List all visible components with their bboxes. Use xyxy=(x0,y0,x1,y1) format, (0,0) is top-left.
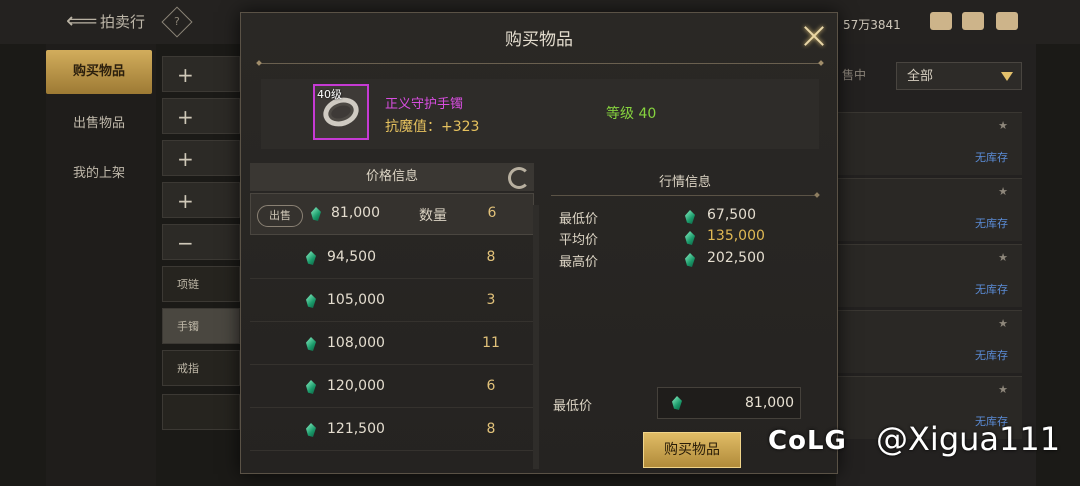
quantity-value: 8 xyxy=(486,421,496,437)
price-info-header: 价格信息 xyxy=(250,163,534,191)
category-collapse[interactable]: − xyxy=(162,224,240,260)
buy-item-dialog: 购买物品 40级 正义守护手镯 抗魔值：+323 等级 40 价格信息 出售 8… xyxy=(240,12,838,474)
title-divider xyxy=(259,63,821,64)
category-expand[interactable]: + xyxy=(162,182,240,218)
item-stat: 抗魔值：+323 xyxy=(385,119,480,135)
sidebar-item-buy[interactable]: 购买物品 xyxy=(46,50,152,94)
dropdown-arrow-icon xyxy=(1001,72,1013,81)
buy-min-price-value: 81,000 xyxy=(745,395,794,411)
quantity-value: 6 xyxy=(487,205,497,221)
market-info-title: 行情信息 xyxy=(658,175,711,190)
price-row[interactable]: 120,000 6 xyxy=(250,365,534,408)
listing-row[interactable]: ★ 无库存 xyxy=(836,112,1022,175)
market-avg-value: 135,000 xyxy=(707,228,765,244)
category-necklace[interactable]: 项链 xyxy=(162,266,240,302)
mail-icon[interactable] xyxy=(962,12,984,30)
dialog-title: 购买物品 xyxy=(505,30,573,50)
price-value: 121,500 xyxy=(327,421,385,437)
gem-currency-icon xyxy=(306,337,316,351)
close-icon[interactable] xyxy=(799,21,829,51)
category-expand[interactable]: + xyxy=(162,98,240,134)
chat-icon[interactable] xyxy=(996,12,1018,30)
star-icon[interactable]: ★ xyxy=(998,251,1008,264)
price-value: 81,000 xyxy=(331,205,380,221)
buy-item-button[interactable]: 购买物品 xyxy=(643,432,741,468)
quantity-label: 数量 xyxy=(419,208,447,224)
bracelet-item-icon[interactable]: 40级 xyxy=(313,84,369,140)
no-stock-label: 无库存 xyxy=(975,217,1008,230)
market-avg-label: 平均价 xyxy=(559,233,599,248)
filter-select[interactable]: 全部 xyxy=(896,62,1022,90)
sell-tag[interactable]: 出售 xyxy=(257,205,303,227)
filter-label: 售中 xyxy=(842,68,867,82)
quantity-value: 6 xyxy=(486,378,496,394)
listing-row[interactable]: ★ 无库存 xyxy=(836,244,1022,307)
no-stock-label: 无库存 xyxy=(975,349,1008,362)
price-list: 出售 81,000 数量 6 94,500 8 105,000 3 108,00… xyxy=(250,193,540,467)
price-list-scrollbar[interactable] xyxy=(533,205,539,469)
star-icon[interactable]: ★ xyxy=(998,185,1008,198)
sidebar-item-my-listings[interactable]: 我的上架 xyxy=(46,152,152,196)
no-stock-label: 无库存 xyxy=(975,283,1008,296)
watermark-user: @Xigua111 xyxy=(876,420,1061,458)
category-expand[interactable]: + xyxy=(162,140,240,176)
market-divider xyxy=(551,195,817,196)
price-row[interactable]: 105,000 3 xyxy=(250,279,534,322)
page-title: 拍卖行 xyxy=(100,13,146,31)
gem-currency-icon xyxy=(306,380,316,394)
item-grade: 等级 40 xyxy=(606,106,657,122)
price-value: 120,000 xyxy=(327,378,385,394)
currency-amount: 57万3841 xyxy=(843,18,901,32)
item-info-panel: 40级 正义守护手镯 抗魔值：+323 等级 40 xyxy=(261,79,819,149)
gem-currency-icon xyxy=(685,253,695,267)
price-value: 108,000 xyxy=(327,335,385,351)
item-name: 正义守护手镯 xyxy=(385,97,464,112)
listing-row[interactable]: ★ 无库存 xyxy=(836,178,1022,241)
item-level-tag: 40级 xyxy=(317,88,342,101)
quantity-value: 8 xyxy=(486,249,496,265)
gem-currency-icon xyxy=(306,423,316,437)
back-arrow-icon[interactable]: ⟸ xyxy=(66,10,98,34)
buy-min-price-field[interactable]: 81,000 xyxy=(657,387,801,419)
quantity-value: 11 xyxy=(482,335,500,351)
gem-currency-icon xyxy=(685,231,695,245)
gem-currency-icon xyxy=(685,210,695,224)
buy-min-price-label: 最低价 xyxy=(553,399,593,414)
star-icon[interactable]: ★ xyxy=(998,119,1008,132)
price-row[interactable]: 108,000 11 xyxy=(250,322,534,365)
category-ring[interactable]: 戒指 xyxy=(162,350,240,386)
market-min-label: 最低价 xyxy=(559,212,599,227)
market-min-value: 67,500 xyxy=(707,207,756,223)
price-value: 94,500 xyxy=(327,249,376,265)
shop-icon[interactable] xyxy=(930,12,952,30)
star-icon[interactable]: ★ xyxy=(998,317,1008,330)
price-row[interactable]: 出售 81,000 数量 6 xyxy=(250,193,534,235)
gem-currency-icon xyxy=(306,294,316,308)
market-max-label: 最高价 xyxy=(559,255,599,270)
quantity-value: 3 xyxy=(486,292,496,308)
listing-row[interactable]: ★ 无库存 xyxy=(836,310,1022,373)
price-value: 105,000 xyxy=(327,292,385,308)
price-row[interactable]: 121,500 8 xyxy=(250,408,534,451)
watermark-logo: CoLG xyxy=(768,426,847,456)
category-item[interactable] xyxy=(162,394,240,430)
category-expand[interactable]: + xyxy=(162,56,240,92)
gem-currency-icon xyxy=(672,396,682,410)
no-stock-label: 无库存 xyxy=(975,151,1008,164)
gem-currency-icon xyxy=(311,207,321,221)
price-info-title: 价格信息 xyxy=(365,169,418,184)
category-bracelet[interactable]: 手镯 xyxy=(162,308,240,344)
market-max-value: 202,500 xyxy=(707,250,765,266)
star-icon[interactable]: ★ xyxy=(998,383,1008,396)
refresh-icon[interactable] xyxy=(508,167,530,189)
price-row[interactable]: 94,500 8 xyxy=(250,236,534,279)
sidebar-item-sell[interactable]: 出售物品 xyxy=(46,102,152,146)
gem-currency-icon xyxy=(306,251,316,265)
